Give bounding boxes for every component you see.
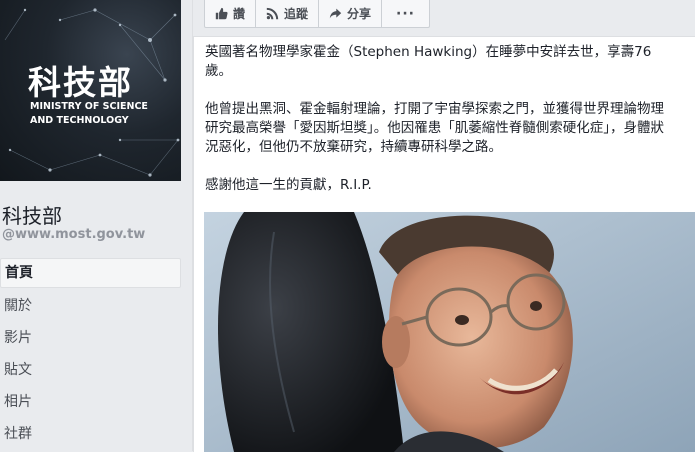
profile-picture[interactable]: 科技部 MINISTRY OF SCIENCE AND TECHNOLOGY bbox=[0, 0, 181, 181]
cover-title-en: MINISTRY OF SCIENCE AND TECHNOLOGY bbox=[30, 100, 170, 128]
post-paragraph: 英國著名物理學家霍金（Stephen Hawking）在睡夢中安詳去世，享壽76… bbox=[205, 44, 652, 79]
more-options-button[interactable]: ··· bbox=[382, 0, 429, 27]
cover-title-zh: 科技部 bbox=[28, 63, 133, 102]
post-paragraph: 感謝他這一生的貢獻，R.I.P. bbox=[205, 177, 372, 193]
nav-item-home[interactable]: 首頁 bbox=[0, 258, 181, 288]
page-nav: 首頁 關於 影片 貼文 相片 社群 bbox=[0, 256, 181, 450]
thumbs-up-icon bbox=[215, 7, 228, 20]
rss-icon bbox=[266, 7, 279, 20]
portrait-photo-illustration bbox=[204, 212, 695, 452]
page-name[interactable]: 科技部 bbox=[2, 200, 62, 229]
cover-title-en-line2: AND TECHNOLOGY bbox=[30, 115, 129, 126]
post-paragraph: 他曾提出黑洞、霍金輻射理論，打開了宇宙學探索之門，並獲得世界理論物理研究最高榮譽… bbox=[205, 101, 664, 155]
page-handle[interactable]: @www.most.gov.tw bbox=[2, 227, 145, 242]
cover-title-en-line1: MINISTRY OF SCIENCE bbox=[30, 101, 148, 112]
nav-item-about[interactable]: 關於 bbox=[0, 290, 181, 322]
nav-item-videos[interactable]: 影片 bbox=[0, 322, 181, 354]
like-button[interactable]: 讚 bbox=[205, 0, 257, 27]
post-card: 英國著名物理學家霍金（Stephen Hawking）在睡夢中安詳去世，享壽76… bbox=[193, 36, 695, 452]
post-body: 英國著名物理學家霍金（Stephen Hawking）在睡夢中安詳去世，享壽76… bbox=[205, 43, 675, 214]
share-button[interactable]: 分享 bbox=[319, 0, 383, 27]
share-label: 分享 bbox=[347, 7, 372, 21]
nav-item-photos[interactable]: 相片 bbox=[0, 386, 181, 418]
nav-item-community[interactable]: 社群 bbox=[0, 418, 181, 450]
follow-label: 追蹤 bbox=[284, 7, 309, 21]
page-action-bar: 讚 追蹤 分享 ··· bbox=[204, 0, 431, 28]
share-arrow-icon bbox=[329, 7, 342, 20]
post-photo[interactable] bbox=[204, 212, 695, 452]
like-label: 讚 bbox=[233, 7, 246, 21]
nav-item-posts[interactable]: 貼文 bbox=[0, 354, 181, 386]
follow-button[interactable]: 追蹤 bbox=[256, 0, 320, 27]
left-column: 科技部 MINISTRY OF SCIENCE AND TECHNOLOGY 科… bbox=[0, 0, 192, 451]
